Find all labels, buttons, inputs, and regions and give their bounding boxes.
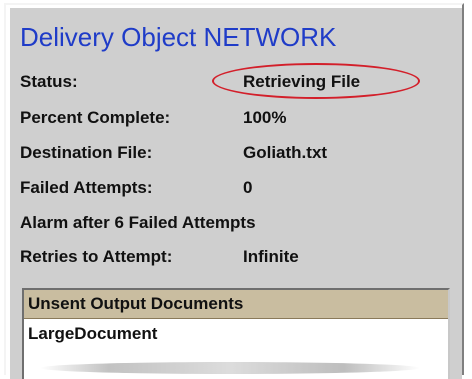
destination-file-value: Goliath.txt: [243, 143, 328, 162]
destination-file-label: Destination File:: [20, 143, 153, 162]
alarm-label: Alarm after 6 Failed Attempts: [20, 213, 256, 232]
failed-attempts-label: Failed Attempts:: [20, 178, 153, 197]
status-row: Status: Retrieving File: [20, 72, 360, 92]
percent-complete-value: 100%: [243, 108, 287, 127]
percent-complete-row: Percent Complete: 100%: [20, 108, 286, 128]
destination-file-row: Destination File: Goliath.txt: [20, 143, 327, 163]
list-item[interactable]: LargeDocument: [24, 319, 448, 349]
retries-label: Retries to Attempt:: [20, 247, 173, 266]
failed-attempts-row: Failed Attempts: 0: [20, 178, 252, 198]
status-label: Status:: [20, 72, 78, 91]
status-highlight-ellipse: [212, 63, 420, 99]
cropped-edge-shadow: [40, 362, 420, 374]
list-column-header[interactable]: Unsent Output Documents: [24, 290, 448, 319]
retries-row: Retries to Attempt: Infinite: [20, 247, 299, 267]
failed-attempts-value: 0: [243, 178, 253, 197]
panel-title: Delivery Object NETWORK: [20, 22, 337, 52]
retries-value: Infinite: [243, 247, 299, 266]
alarm-row: Alarm after 6 Failed Attempts: [20, 213, 256, 233]
percent-complete-label: Percent Complete:: [20, 108, 171, 127]
